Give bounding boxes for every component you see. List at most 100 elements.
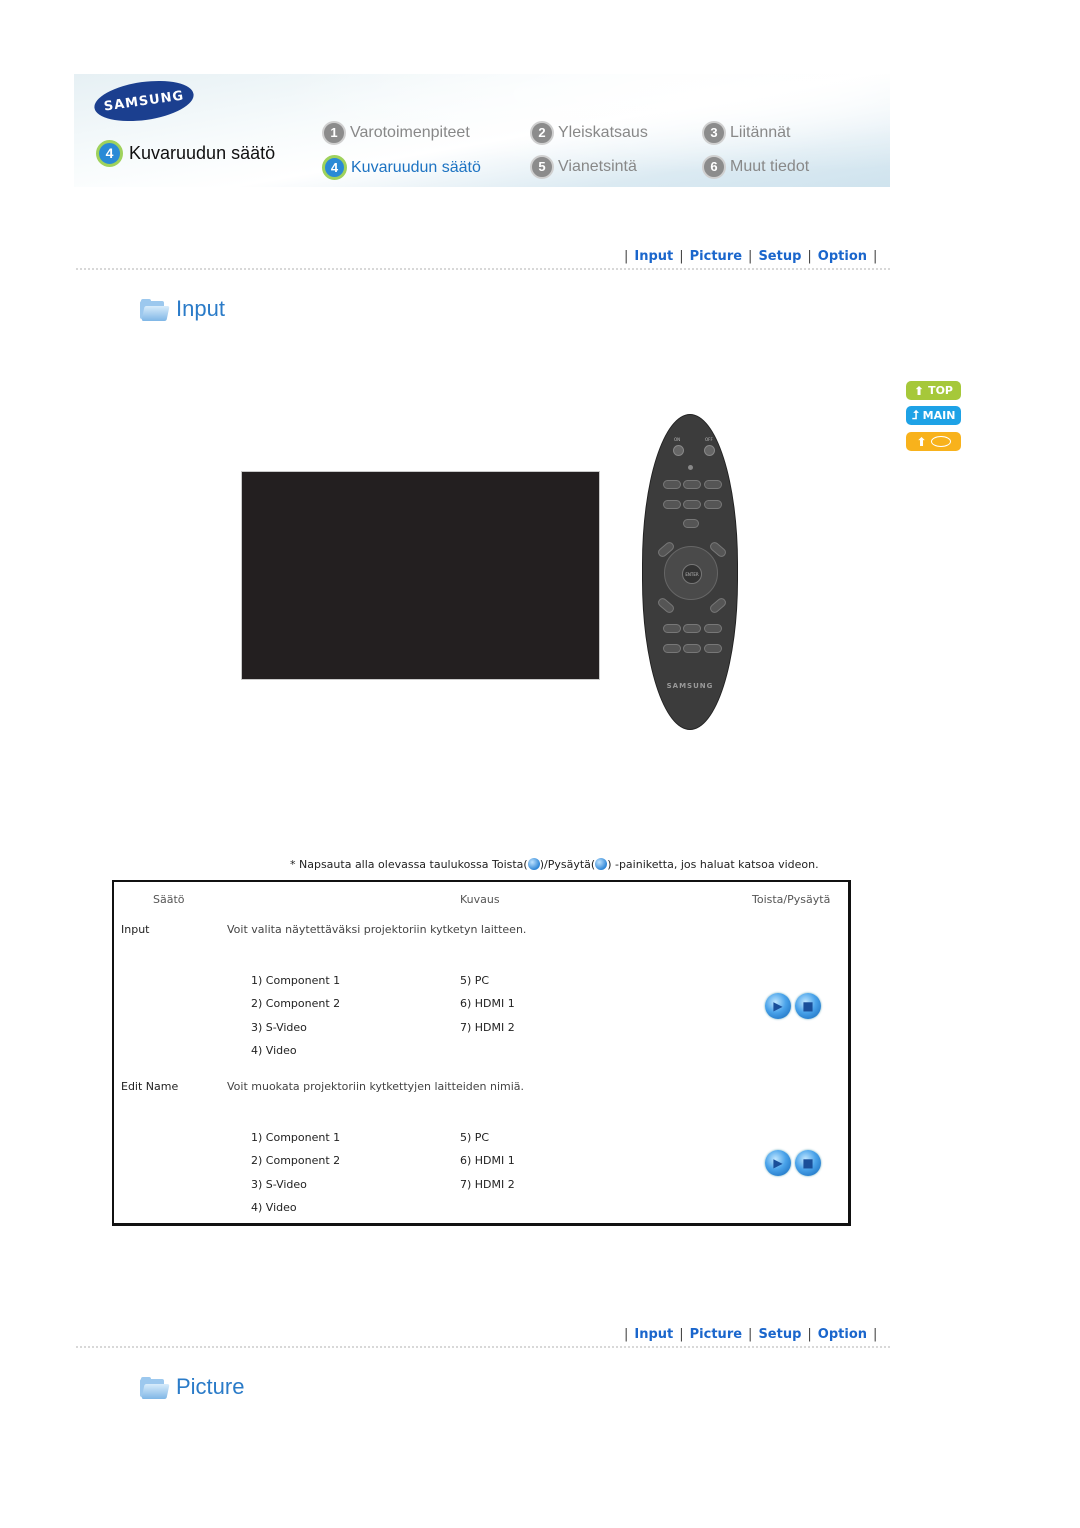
chapter-number-icon: 5: [530, 155, 554, 179]
chapter-number-icon: 4: [322, 155, 347, 180]
header-description: Kuvaus: [460, 893, 500, 906]
top-button[interactable]: ⬆ TOP: [906, 381, 961, 400]
option-item: 6) HDMI 1: [460, 997, 515, 1010]
separator: |: [873, 249, 878, 264]
stop-button[interactable]: ■: [795, 993, 821, 1019]
separator: |: [748, 249, 753, 264]
option-item: 1) Component 1: [251, 1131, 341, 1144]
note-text-suffix: ) -painiketta, jos haluat katsoa videon.: [607, 858, 819, 871]
stop-icon: ■: [802, 999, 814, 1013]
row-description: Voit valita näytettäväksi projektoriin k…: [227, 923, 527, 936]
stop-icon: ■: [802, 1156, 814, 1170]
option-item: 4) Video: [251, 1044, 297, 1057]
section-title-text: Picture: [176, 1374, 245, 1399]
row-setting: Input: [121, 923, 150, 936]
power-on-key: [673, 445, 684, 456]
option-item: 3) S-Video: [251, 1178, 307, 1191]
remote-brand: SAMSUNG: [666, 682, 714, 690]
separator: |: [624, 1327, 629, 1342]
separator: |: [624, 249, 629, 264]
row-description: Voit muokata projektoriin kytkettyjen la…: [227, 1080, 525, 1093]
stop-icon: [595, 858, 608, 870]
play-icon: ▶: [773, 1156, 783, 1170]
power-off-key: [704, 445, 715, 456]
section-nav-top: | Input | Picture | Setup | Option |: [618, 249, 883, 264]
arrow-turn-icon: ⮥: [911, 408, 919, 422]
remote-key-comps: [683, 500, 701, 509]
remote-key-comp2: [683, 480, 701, 489]
separator: |: [873, 1327, 878, 1342]
nav-link-input[interactable]: Input: [634, 249, 673, 264]
folder-icon: [140, 299, 170, 322]
play-icon: [527, 858, 540, 870]
chapter-label: Yleiskatsaus: [558, 124, 648, 141]
nav-link-option[interactable]: Option: [818, 1327, 867, 1342]
back-button[interactable]: ⬆: [906, 432, 961, 451]
chapter-link-1[interactable]: 1 Varotoimenpiteet: [322, 121, 470, 145]
nav-link-picture[interactable]: Picture: [690, 1327, 742, 1342]
samsung-logo: SAMSUNG: [91, 75, 197, 127]
dotted-divider: [76, 268, 890, 270]
main-label: MAIN: [922, 409, 956, 422]
chapter-link-2[interactable]: 2 Yleiskatsaus: [530, 121, 648, 145]
chapter-label: Liitännät: [730, 124, 791, 141]
indicator-led: [688, 465, 693, 470]
separator: |: [748, 1327, 753, 1342]
chapter-link-5[interactable]: 5 Vianetsintä: [530, 155, 637, 179]
video-screen: [241, 471, 600, 680]
arrow-up-icon: ⬆: [914, 383, 925, 398]
chapter-link-3[interactable]: 3 Liitännät: [702, 121, 791, 145]
play-icon: ▶: [773, 999, 783, 1013]
current-chapter-label: Kuvaruudun säätö: [129, 143, 276, 163]
section-title-text: Input: [176, 296, 225, 321]
header-play-stop: Toista/Pysäytä: [752, 893, 831, 906]
option-item: 5) PC: [460, 974, 490, 987]
dotted-divider: [76, 1346, 890, 1348]
nav-link-input[interactable]: Input: [634, 1327, 673, 1342]
nav-link-setup[interactable]: Setup: [758, 249, 801, 264]
remote-key-lower-left: [656, 596, 676, 615]
section-title-input: Input: [140, 296, 225, 322]
chapter-number-badge: 4: [96, 140, 123, 167]
nav-link-option[interactable]: Option: [818, 249, 867, 264]
chapter-number-icon: 2: [530, 121, 554, 145]
header-setting: Säätö: [153, 893, 185, 906]
option-item: 7) HDMI 2: [460, 1021, 515, 1034]
option-item: 7) HDMI 2: [460, 1178, 515, 1191]
note-text-prefix: * Napsauta alla olevassa taulukossa Tois…: [290, 858, 528, 871]
chapter-number-icon: 1: [322, 121, 346, 145]
remote-key-pc: [683, 519, 699, 528]
nav-link-picture[interactable]: Picture: [690, 249, 742, 264]
remote-label-on: ON: [674, 437, 681, 442]
remote-key-psize: [663, 624, 681, 633]
remote-key-svideo: [663, 500, 681, 509]
chapter-label: Vianetsintä: [558, 158, 637, 175]
arrow-up-icon: ⬆: [916, 434, 927, 449]
option-item: 1) Component 1: [251, 974, 341, 987]
chapter-label: Varotoimenpiteet: [350, 124, 470, 141]
settings-table: Säätö Kuvaus Toista/Pysäytä Input Voit v…: [112, 880, 851, 1226]
nav-ring: ENTER: [664, 546, 718, 600]
remote-key-hdmi1: [704, 480, 722, 489]
separator: |: [679, 1327, 684, 1342]
stop-button[interactable]: ■: [795, 1150, 821, 1176]
folder-icon: [140, 1377, 170, 1400]
book-icon: [930, 436, 951, 447]
play-button[interactable]: ▶: [765, 993, 791, 1019]
play-button[interactable]: ▶: [765, 1150, 791, 1176]
chapter-number-icon: 6: [702, 155, 726, 179]
remote-key-menu: [683, 644, 701, 653]
option-item: 2) Component 2: [251, 1154, 341, 1167]
remote-key-still: [663, 644, 681, 653]
chapter-number-icon: 3: [702, 121, 726, 145]
remote-key-de: [704, 624, 722, 633]
option-item: 6) HDMI 1: [460, 1154, 515, 1167]
remote-control-image: ON OFF ENTER SAMSUNG: [642, 414, 738, 730]
main-button[interactable]: ⮥ MAIN: [906, 406, 961, 425]
option-item: 5) PC: [460, 1131, 490, 1144]
nav-link-setup[interactable]: Setup: [758, 1327, 801, 1342]
chapter-link-4[interactable]: 4 Kuvaruudun säätö: [322, 155, 481, 180]
separator: |: [807, 1327, 812, 1342]
chapter-link-6[interactable]: 6 Muut tiedot: [702, 155, 809, 179]
enter-key: ENTER: [682, 564, 702, 584]
